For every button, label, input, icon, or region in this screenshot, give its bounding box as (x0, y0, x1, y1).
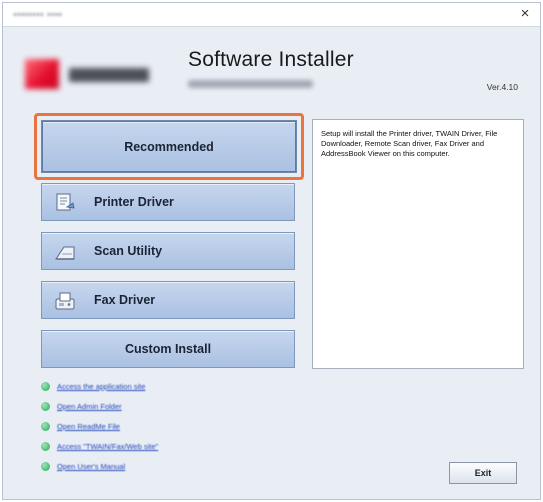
custom-install-button[interactable]: Custom Install (41, 330, 295, 368)
scan-utility-button-label: Scan Utility (94, 244, 163, 258)
bullet-icon (41, 381, 50, 391)
link-label: Access "TWAIN/Fax/Web site" (57, 441, 159, 451)
exit-button-label: Exit (474, 468, 492, 478)
bullet-icon (41, 441, 50, 451)
close-icon: × (520, 5, 530, 22)
link-admin-folder[interactable]: Open Admin Folder (41, 400, 122, 412)
brand-logo (25, 59, 149, 89)
printer-driver-icon (56, 193, 75, 211)
bullet-icon (41, 421, 50, 431)
app-subtitle (188, 80, 313, 88)
link-label: Open User's Manual (57, 461, 126, 471)
link-users-manual[interactable]: Open User's Manual (41, 460, 125, 472)
link-label: Access the application site (57, 381, 146, 391)
fax-driver-button[interactable]: Fax Driver (41, 281, 295, 319)
link-label: Open Admin Folder (57, 401, 122, 411)
fax-driver-button-label: Fax Driver (94, 293, 156, 307)
fax-icon (55, 292, 75, 310)
description-panel: Setup will install the Printer driver, T… (312, 119, 524, 369)
printer-driver-button-label: Printer Driver (94, 195, 174, 209)
link-readme-file[interactable]: Open ReadMe File (41, 420, 120, 432)
window-title: •••••••• •••• (13, 9, 63, 21)
link-application-site[interactable]: Access the application site (41, 380, 145, 392)
recommended-button-label: Recommended (124, 139, 214, 154)
scanner-icon (55, 246, 75, 260)
link-label: Open ReadMe File (57, 421, 120, 431)
close-button[interactable]: × (516, 5, 534, 23)
bullet-icon (41, 401, 50, 411)
recommended-button[interactable]: Recommended (41, 120, 297, 173)
installer-window: •••••••• •••• × Software Installer Ver.4… (2, 2, 541, 500)
header: Software Installer Ver.4.10 (3, 28, 540, 106)
link-twain-fax-web-site[interactable]: Access "TWAIN/Fax/Web site" (41, 440, 158, 452)
version-label: Ver.4.10 (486, 82, 518, 92)
bullet-icon (41, 461, 50, 471)
app-title: Software Installer (188, 48, 354, 71)
exit-button[interactable]: Exit (449, 462, 517, 484)
brand-logo-mark (25, 59, 59, 89)
description-text: Setup will install the Printer driver, T… (321, 129, 498, 158)
brand-logo-wordmark (69, 68, 149, 82)
title-bar[interactable]: •••••••• •••• × (3, 3, 540, 27)
printer-driver-button[interactable]: Printer Driver (41, 183, 295, 221)
custom-install-button-label: Custom Install (124, 342, 212, 356)
scan-utility-button[interactable]: Scan Utility (41, 232, 295, 270)
